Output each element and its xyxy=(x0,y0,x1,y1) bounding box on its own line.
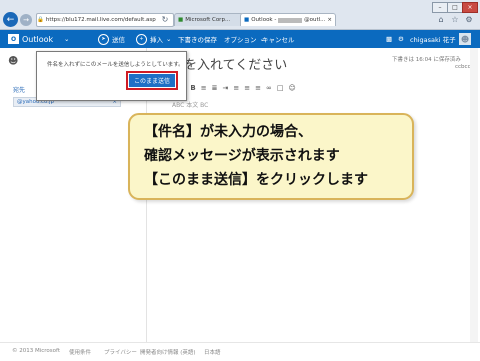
tab-label: Microsoft Corp... xyxy=(185,17,231,23)
align-right-icon[interactable]: ≡ xyxy=(255,84,261,92)
back-button[interactable]: ← xyxy=(3,12,18,27)
outlook-logo[interactable]: O Outlook xyxy=(8,30,53,48)
send-label: 送信 xyxy=(112,36,125,44)
person-icon: ☻ xyxy=(8,56,19,67)
close-tab-icon[interactable]: × xyxy=(327,17,332,23)
send-button[interactable]: ➤ 送信 xyxy=(98,30,125,48)
gear-icon[interactable]: ⚙ xyxy=(464,14,474,24)
footer-language-link[interactable]: 日本語 xyxy=(204,348,221,356)
popup-message: 件名を入れずにこのメールを送信しようとしています。 xyxy=(47,62,184,68)
footer: © 2013 Microsoft 使用条件 プライバシー 開発者向け情報 (英語… xyxy=(0,342,480,361)
tab-label: Outlook - xyxy=(251,17,277,23)
bold-icon[interactable]: B xyxy=(190,84,195,92)
tab-microsoft[interactable]: ■ Microsoft Corp... xyxy=(174,13,244,26)
tab-label-extra: @outl... xyxy=(304,17,326,23)
image-icon[interactable]: □ xyxy=(277,84,284,92)
callout-line-3: 【このまま送信】をクリックします xyxy=(144,172,368,188)
send-icon: ➤ xyxy=(98,33,109,45)
ms-icon: ■ xyxy=(178,17,184,23)
close-button[interactable]: × xyxy=(462,2,478,13)
outlook-tab-icon: ■ xyxy=(244,17,250,23)
outlook-toolbar: O Outlook ⌄ ➤ 送信 + 挿入 ⌄ 下書きの保存 オプション ⌄ キ… xyxy=(0,30,480,48)
avatar[interactable]: ☻ xyxy=(459,30,471,48)
subject-field[interactable]: を入れてください xyxy=(184,54,287,73)
address-bar[interactable]: 🔒 https://blu172.mail.live.com/default.a… xyxy=(36,13,174,27)
home-icon[interactable]: ⌂ xyxy=(436,14,446,24)
redacted-block xyxy=(278,17,303,23)
outlook-logo-icon: O xyxy=(8,34,19,44)
indent-icon[interactable]: ⇥ xyxy=(223,84,229,92)
chat-icon[interactable]: ▩ xyxy=(386,30,392,48)
settings-icon[interactable]: ⚙ xyxy=(398,30,404,48)
footer-privacy-link[interactable]: プライバシー xyxy=(104,348,137,356)
to-label[interactable]: 宛先 xyxy=(13,85,25,94)
format-toolbar: A B ≡ ≣ ⇥ ≡ ≡ ≡ ∞ □ ☺ xyxy=(180,82,380,94)
callout-line-1: 【件名】が未入力の場合、 xyxy=(144,124,312,140)
insert-label: 挿入 xyxy=(150,36,163,44)
lock-icon: 🔒 xyxy=(37,17,44,23)
maximize-button[interactable]: □ xyxy=(447,2,463,13)
send-anyway-button[interactable]: このまま送信 xyxy=(129,74,175,87)
address-text: https://blu172.mail.live.com/default.asp xyxy=(45,17,156,23)
insert-button[interactable]: + 挿入 ⌄ xyxy=(136,30,171,48)
callout-line-2: 確認メッセージが表示されます xyxy=(144,148,340,164)
outlook-logo-text: Outlook xyxy=(22,34,54,44)
footer-copyright: © 2013 Microsoft xyxy=(12,348,61,354)
cc-bcc-link[interactable]: ccbcc xyxy=(455,64,471,70)
align-center-icon[interactable]: ≡ xyxy=(244,84,250,92)
chevron-down-icon: ⌄ xyxy=(166,35,172,43)
avatar-icon: ☻ xyxy=(459,33,471,45)
save-draft-button[interactable]: 下書きの保存 xyxy=(178,30,217,48)
footer-terms-link[interactable]: 使用条件 xyxy=(69,348,91,356)
cancel-button[interactable]: キャンセル xyxy=(262,30,295,48)
numbered-list-icon[interactable]: ≣ xyxy=(212,84,218,92)
draft-saved-status: 下書きは 16:04 に保存済み xyxy=(392,57,461,63)
body-preview[interactable]: ABC 本文 BC xyxy=(172,100,208,109)
instruction-callout: 【件名】が未入力の場合、 確認メッセージが表示されます 【このまま送信】をクリッ… xyxy=(128,113,414,200)
user-name[interactable]: chigasaki 花子 xyxy=(410,30,456,48)
bullet-list-icon[interactable]: ≡ xyxy=(201,84,207,92)
refresh-icon[interactable]: ↻ xyxy=(160,14,170,24)
menu-chevron-icon[interactable]: ⌄ xyxy=(64,30,69,48)
insert-icon: + xyxy=(136,33,147,45)
scrollbar[interactable] xyxy=(470,48,478,342)
forward-button[interactable]: → xyxy=(20,14,32,26)
emoji-icon[interactable]: ☺ xyxy=(288,84,295,92)
confirm-popup: 件名を入れずにこのメールを送信しようとしています。 このまま送信 xyxy=(36,51,187,101)
link-icon[interactable]: ∞ xyxy=(266,84,272,92)
tab-outlook[interactable]: ■ Outlook - @outl... × xyxy=(240,13,336,26)
align-left-icon[interactable]: ≡ xyxy=(233,84,239,92)
footer-developers-link[interactable]: 開発者向け情報 (英語) xyxy=(140,348,196,356)
options-button[interactable]: オプション ⌄ xyxy=(224,30,265,48)
minimize-button[interactable]: – xyxy=(432,2,448,13)
star-icon[interactable]: ☆ xyxy=(450,14,460,24)
